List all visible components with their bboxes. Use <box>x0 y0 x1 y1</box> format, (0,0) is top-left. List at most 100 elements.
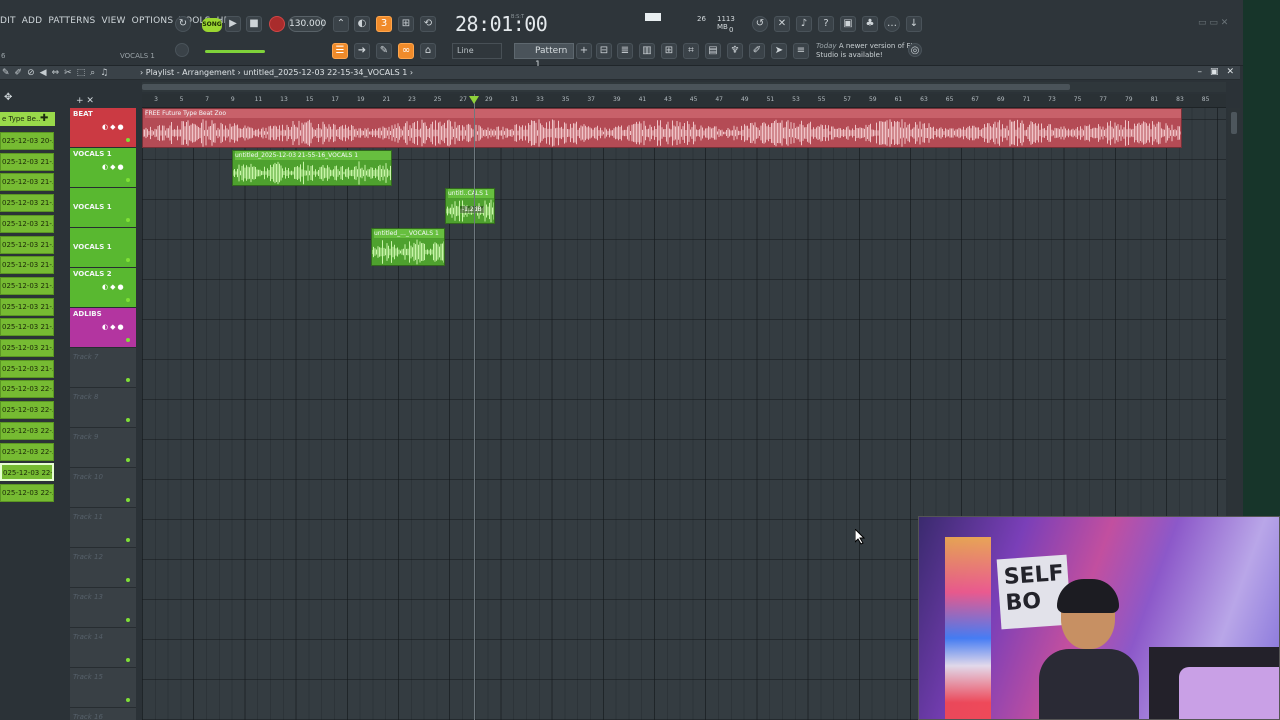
cut-icon[interactable]: ✕ <box>774 16 790 32</box>
tuner-icon[interactable]: ♆ <box>727 43 743 59</box>
playlist-maximize-icon[interactable]: ▣ <box>1210 67 1219 77</box>
track-controls-icon[interactable]: ◐◆● <box>102 323 126 331</box>
undo-icon[interactable]: ↺ <box>752 16 768 32</box>
delete-icon[interactable]: ⊘ <box>27 68 35 78</box>
horizontal-scrollbar[interactable] <box>142 82 1226 92</box>
vocal-audio-clip[interactable]: untitled_2025-12-03 21-55-16_VOCALS 1 <box>232 150 392 186</box>
minimize-icon[interactable]: ▭ <box>1198 18 1207 28</box>
plugin-database-icon[interactable]: ⌗ <box>683 43 699 59</box>
picker-item[interactable]: 025-12-03 20-.. <box>0 132 54 150</box>
track-header[interactable]: Track 7 <box>70 348 136 388</box>
track-header[interactable]: BEAT ◐◆● <box>70 108 136 148</box>
arrow-tool-icon[interactable]: ➜ <box>354 43 370 59</box>
picker-item[interactable]: 025-12-03 21-.. <box>0 214 54 233</box>
playlist-close-icon[interactable]: ✕ <box>1226 67 1234 77</box>
draw-tool-icon[interactable]: ✎ <box>376 43 392 59</box>
track-header[interactable]: Track 11 <box>70 508 136 548</box>
track-enable-led[interactable] <box>126 458 130 462</box>
select-icon[interactable]: ⬚ <box>77 68 86 78</box>
timeline-ruler[interactable]: 3 5 7 9 11 13 15 17 19 21 23 25 27 29 31 33 35 37 39 41 43 45… <box>142 94 1226 108</box>
track-header[interactable]: Track 16 <box>70 708 136 720</box>
metronome-icon[interactable]: ⌃ <box>333 16 349 32</box>
countdown-icon[interactable]: 3 <box>376 16 392 32</box>
track-enable-led[interactable] <box>126 218 130 222</box>
play-icon[interactable]: ▶ <box>225 16 241 32</box>
track-enable-led[interactable] <box>126 298 130 302</box>
draw-icon[interactable]: ✎ <box>2 68 10 78</box>
project-icon[interactable]: ▤ <box>705 43 721 59</box>
picker-item[interactable]: 025-12-03 21-.. <box>0 318 54 337</box>
mute-icon[interactable]: ◀ <box>40 68 47 78</box>
add-track-icon[interactable]: + ✕ <box>76 96 94 106</box>
piano-roll-icon[interactable]: ▥ <box>639 43 655 59</box>
track-controls-icon[interactable]: ◐◆● <box>102 163 126 171</box>
track-enable-led[interactable] <box>126 498 130 502</box>
maximize-icon[interactable]: ▭ <box>1209 18 1218 28</box>
track-enable-led[interactable] <box>126 538 130 542</box>
picker-item[interactable]: 025-12-03 21-.. <box>0 235 54 254</box>
pattern-selector[interactable]: Pattern 1 <box>514 43 574 70</box>
picker-item[interactable]: 025-12-03 21-.. <box>0 297 54 316</box>
snap-selector[interactable]: Line <box>452 43 502 59</box>
news-panel[interactable]: Today A newer version of FL Studio is av… <box>816 42 916 60</box>
master-volume-knob[interactable] <box>175 43 189 57</box>
pen-icon[interactable]: ✐ <box>749 43 765 59</box>
playlist-view-icon[interactable]: ☰ <box>332 43 348 59</box>
track-header[interactable]: Track 9 <box>70 428 136 468</box>
picker-item[interactable]: 025-12-03 22-.. <box>0 421 54 440</box>
picker-item[interactable]: 025-12-03 22-.. <box>0 442 54 461</box>
picker-item[interactable]: 025-12-03 21-.. <box>0 194 54 213</box>
step-edit-icon[interactable]: ⊞ <box>398 16 414 32</box>
track-header[interactable]: Track 10 <box>70 468 136 508</box>
track-enable-led[interactable] <box>126 658 130 662</box>
track-controls-icon[interactable]: ◐◆● <box>102 283 126 291</box>
picker-item[interactable]: 025-12-03 21-.. <box>0 359 54 378</box>
menu-view[interactable]: VIEW <box>101 16 125 26</box>
plugin-icon[interactable]: ♣ <box>862 16 878 32</box>
loop-record-icon[interactable]: ⟲ <box>420 16 436 32</box>
save-icon[interactable]: ▣ <box>840 16 856 32</box>
track-header[interactable]: Track 12 <box>70 548 136 588</box>
track-header[interactable]: VOCALS 1 <box>70 188 136 228</box>
loop-icon[interactable]: ↻ <box>175 16 191 32</box>
track-header[interactable]: Track 13 <box>70 588 136 628</box>
playhead-marker[interactable] <box>469 96 479 104</box>
track-header[interactable]: Track 15 <box>70 668 136 708</box>
track-enable-led[interactable] <box>126 418 130 422</box>
link-tool-icon[interactable]: ∞ <box>398 43 414 59</box>
picker-move-icon[interactable]: ✥ <box>4 92 12 103</box>
picker-item[interactable]: 025-12-03 21-.. <box>0 256 54 275</box>
picker-item[interactable]: 025-12-03 22-.. <box>0 483 54 502</box>
song-mode-toggle[interactable]: SONG <box>202 18 222 32</box>
channel-rack-icon[interactable]: ≣ <box>617 43 633 59</box>
picker-item[interactable]: 025-12-03 22-.. <box>0 380 54 399</box>
playback-icon[interactable]: ♫ <box>100 68 108 78</box>
track-header[interactable]: VOCALS 1 <box>70 228 136 268</box>
scrollbar-thumb[interactable] <box>142 84 1070 90</box>
wait-record-icon[interactable]: ◐ <box>354 16 370 32</box>
menu-list-icon[interactable]: ≡ <box>793 43 809 59</box>
browser-icon[interactable]: ⊞ <box>661 43 677 59</box>
tempo-display[interactable]: 130.000 <box>288 16 326 32</box>
mic-icon[interactable]: ♪ <box>796 16 812 32</box>
help-icon[interactable]: ? <box>818 16 834 32</box>
menu-options[interactable]: OPTIONS <box>132 16 174 26</box>
master-pitch-slider[interactable] <box>205 50 265 53</box>
menu-edit[interactable]: DIT <box>0 16 16 26</box>
mixer-icon[interactable]: ⊟ <box>596 43 612 59</box>
slice-icon[interactable]: ✂ <box>64 68 72 78</box>
picker-add-icon[interactable]: ✚ <box>40 113 48 124</box>
stop-icon[interactable]: ■ <box>246 16 262 32</box>
vertical-scrollbar-thumb[interactable] <box>1231 112 1237 134</box>
track-enable-led[interactable] <box>126 138 130 142</box>
beat-audio-clip[interactable]: FREE Future Type Beat Zoo <box>142 108 1182 148</box>
track-enable-led[interactable] <box>126 258 130 262</box>
globe-icon[interactable]: ◎ <box>908 43 922 57</box>
track-enable-led[interactable] <box>126 578 130 582</box>
vocal-audio-clip[interactable]: untitled_..._VOCALS 1 <box>371 228 445 266</box>
track-enable-led[interactable] <box>126 698 130 702</box>
track-controls-icon[interactable]: ◐◆● <box>102 123 126 131</box>
track-enable-led[interactable] <box>126 618 130 622</box>
track-header[interactable]: Track 8 <box>70 388 136 428</box>
picker-item[interactable]: 025-12-03 21-.. <box>0 276 54 295</box>
